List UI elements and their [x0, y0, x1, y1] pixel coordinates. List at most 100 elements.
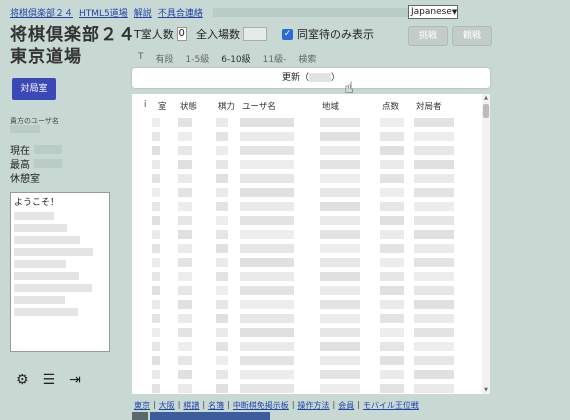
chat-line — [14, 260, 66, 268]
table-cell — [152, 216, 160, 225]
header-opponent: 対局者 — [416, 102, 442, 112]
table-cell — [216, 160, 228, 169]
room-count-label: T室人数 — [134, 28, 174, 41]
table-cell — [178, 286, 192, 295]
refresh-button[interactable]: 更新（ ） — [132, 68, 490, 88]
html5-link[interactable]: HTML5道場 — [79, 6, 128, 19]
logout-icon[interactable]: ⇥ — [69, 372, 81, 388]
header-region: 地域 — [322, 102, 340, 112]
table-cell — [414, 342, 454, 351]
room-count: T室人数 0 — [134, 26, 187, 42]
table-cell — [216, 384, 228, 393]
table-cell — [152, 370, 160, 379]
total-count: 全入場数 — [196, 26, 267, 42]
refresh-prefix: 更新（ — [281, 73, 309, 83]
table-cell — [240, 384, 294, 393]
table-scrollbar[interactable]: ▲ ▼ — [482, 94, 490, 394]
chat-line — [14, 308, 78, 316]
chevron-down-icon: ▼ — [451, 8, 458, 16]
footer-link-tokyo[interactable]: 東京 — [134, 400, 150, 411]
table-cell — [178, 132, 192, 141]
table-cell — [178, 328, 192, 337]
footer-link-kifu[interactable]: 棋譜 — [183, 400, 199, 411]
table-cell — [414, 202, 454, 211]
table-cell — [240, 188, 294, 197]
table-cell — [414, 384, 454, 393]
table-cell — [414, 132, 454, 141]
language-select[interactable]: Japanese ▼ — [408, 5, 458, 19]
table-cell — [240, 202, 294, 211]
table-cell — [178, 118, 192, 127]
scroll-down-icon[interactable]: ▼ — [482, 387, 490, 393]
table-cell — [320, 384, 360, 393]
footer-link-bbs[interactable]: 中断棋免掲示板 — [233, 400, 289, 411]
table-cell — [320, 328, 360, 337]
table-cell — [240, 300, 294, 309]
table-cell — [216, 258, 228, 267]
footer-link-osaka[interactable]: 大阪 — [159, 400, 175, 411]
footer-link-howto[interactable]: 操作方法 — [298, 400, 330, 411]
table-cell — [216, 202, 228, 211]
table-cell — [414, 286, 454, 295]
table-cell — [178, 216, 192, 225]
footer-link-member[interactable]: 会員 — [338, 400, 354, 411]
table-cell — [216, 328, 228, 337]
table-cell — [216, 356, 228, 365]
footer-link-roster[interactable]: 名簿 — [208, 400, 224, 411]
table-cell — [178, 356, 192, 365]
table-cell — [152, 132, 160, 141]
scroll-thumb[interactable] — [483, 104, 489, 118]
top-links: 将棋倶楽部２４ HTML5道場 解説 不具合連絡 — [10, 6, 443, 19]
match-room-button[interactable]: 対局室 — [12, 78, 56, 100]
table-cell — [152, 328, 160, 337]
table-cell — [216, 342, 228, 351]
header-info: i — [144, 100, 147, 110]
header-points: 点数 — [382, 102, 400, 112]
header-rank: 棋力 — [218, 102, 236, 112]
table-cell — [380, 384, 404, 393]
chat-line — [14, 272, 79, 280]
table-cell — [152, 174, 160, 183]
chat-line — [14, 236, 80, 244]
table-cell — [380, 356, 404, 365]
table-cell — [178, 160, 192, 169]
table-cell — [414, 244, 454, 253]
checkbox-icon[interactable]: ✓ — [282, 28, 293, 40]
table-cell — [152, 230, 160, 239]
chat-line — [14, 284, 92, 292]
challenge-button[interactable]: 挑戦 — [408, 26, 448, 46]
table-cell — [178, 272, 192, 281]
gear-icon[interactable]: ⚙ — [16, 372, 29, 388]
list-icon[interactable]: ☰ — [43, 372, 56, 388]
footer-link-mobile[interactable]: モバイル王位戦 — [363, 400, 419, 411]
table-cell — [152, 258, 160, 267]
table-cell — [178, 258, 192, 267]
bottom-banner-left — [132, 412, 148, 420]
table-cell — [320, 160, 360, 169]
table-cell — [320, 356, 360, 365]
chat-box[interactable]: ようこそ！ — [10, 192, 110, 352]
same-room-toggle[interactable]: ✓ 同室待のみ表示 — [282, 26, 374, 42]
table-cell — [380, 202, 404, 211]
current-value — [34, 145, 62, 154]
table-cell — [240, 286, 294, 295]
table-cell — [216, 272, 228, 281]
observe-button[interactable]: 観戦 — [452, 26, 492, 46]
table-cell — [414, 314, 454, 323]
table-cell — [320, 314, 360, 323]
table-cell — [320, 174, 360, 183]
table-cell — [320, 258, 360, 267]
scroll-up-icon[interactable]: ▲ — [482, 95, 490, 101]
manual-link[interactable]: 解説 — [134, 6, 152, 19]
table-cell — [380, 286, 404, 295]
site-link[interactable]: 将棋倶楽部２４ — [10, 6, 73, 19]
notice-link[interactable]: 不具合連絡 — [158, 6, 203, 19]
rest-label: 休憩室 — [10, 174, 40, 185]
table-cell — [240, 370, 294, 379]
table-cell — [216, 300, 228, 309]
header-room: 室 — [158, 102, 167, 112]
table-cell — [240, 230, 294, 239]
table-cell — [240, 356, 294, 365]
user-table: i 室 状態 棋力 ユーザ名 地域 点数 対局者 ▲ ▼ — [132, 94, 490, 394]
table-cell — [178, 370, 192, 379]
